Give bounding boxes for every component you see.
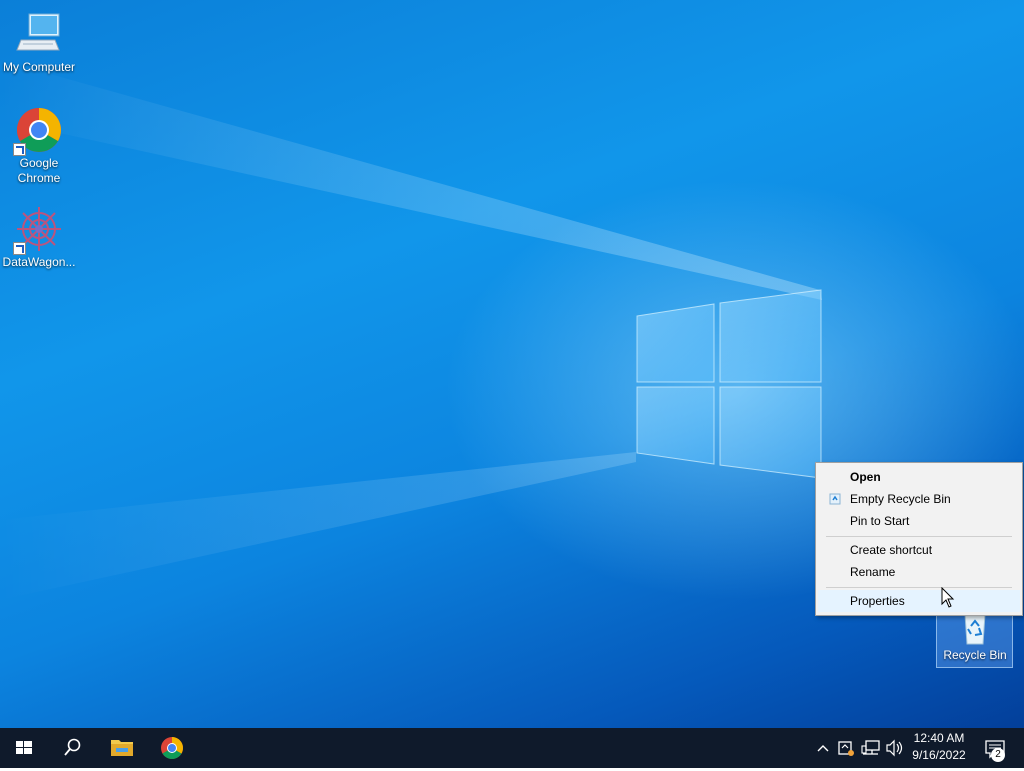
datawagon-icon [13,205,63,255]
start-button[interactable] [0,728,48,768]
security-icon [838,741,854,756]
menu-item-empty-recycle-bin[interactable]: Empty Recycle Bin [818,488,1020,510]
desktop-icon-datawagon[interactable]: DataWagon... [0,205,78,270]
file-explorer-button[interactable] [98,728,146,768]
menu-item-open[interactable]: Open [818,466,1020,488]
desktop-icon-recycle-bin[interactable]: Recycle Bin [936,612,1014,663]
clock-date: 9/16/2022 [912,748,966,762]
desktop-icon-google-chrome[interactable]: Google Chrome [0,106,78,186]
desktop-icon-label: My Computer [2,60,76,74]
recycle-bin-icon [951,612,999,646]
menu-item-label: Empty Recycle Bin [850,492,951,506]
recycle-small-icon [829,493,841,505]
windows-logo-wallpaper [0,60,822,600]
desktop-icon-my-computer[interactable]: My Computer [0,10,78,75]
chevron-up-icon [817,745,829,752]
desktop-icon-label: Recycle Bin [943,648,1007,662]
action-center-button[interactable]: 2 [978,728,1016,768]
network-icon [861,740,880,755]
menu-item-pin-to-start[interactable]: Pin to Start [818,510,1020,532]
start-icon [16,741,32,754]
show-hidden-icons-button[interactable] [812,728,834,768]
desktop-icon-label: DataWagon... [2,255,76,269]
clock-time: 12:40 AM [913,731,965,745]
shortcut-arrow-icon [13,242,26,255]
notification-badge: 2 [991,748,1005,762]
menu-item-properties[interactable]: Properties [818,590,1020,612]
shortcut-arrow-icon [13,143,26,156]
taskbar: 12:40 AM 9/16/2022 2 [0,728,1024,768]
chrome-icon [13,106,63,156]
mouse-cursor-icon [941,587,955,608]
computer-icon [15,10,63,58]
menu-item-create-shortcut[interactable]: Create shortcut [818,539,1020,561]
network-tray-button[interactable] [858,728,884,768]
context-menu: Open Empty Recycle Bin Pin to Start Crea… [815,462,1023,616]
search-button[interactable] [48,728,96,768]
chrome-icon [161,737,183,759]
desktop-background[interactable]: My Computer Google Chrome DataWagon... R… [0,0,1024,728]
menu-item-rename[interactable]: Rename [818,561,1020,583]
menu-separator [826,587,1012,588]
file-explorer-icon [111,740,133,756]
desktop-icon-label: Google Chrome [17,156,61,185]
menu-separator [826,536,1012,537]
chrome-taskbar-button[interactable] [148,728,196,768]
taskbar-clock[interactable]: 12:40 AM 9/16/2022 [900,730,978,764]
security-tray-button[interactable] [834,728,858,768]
search-icon [64,738,81,756]
